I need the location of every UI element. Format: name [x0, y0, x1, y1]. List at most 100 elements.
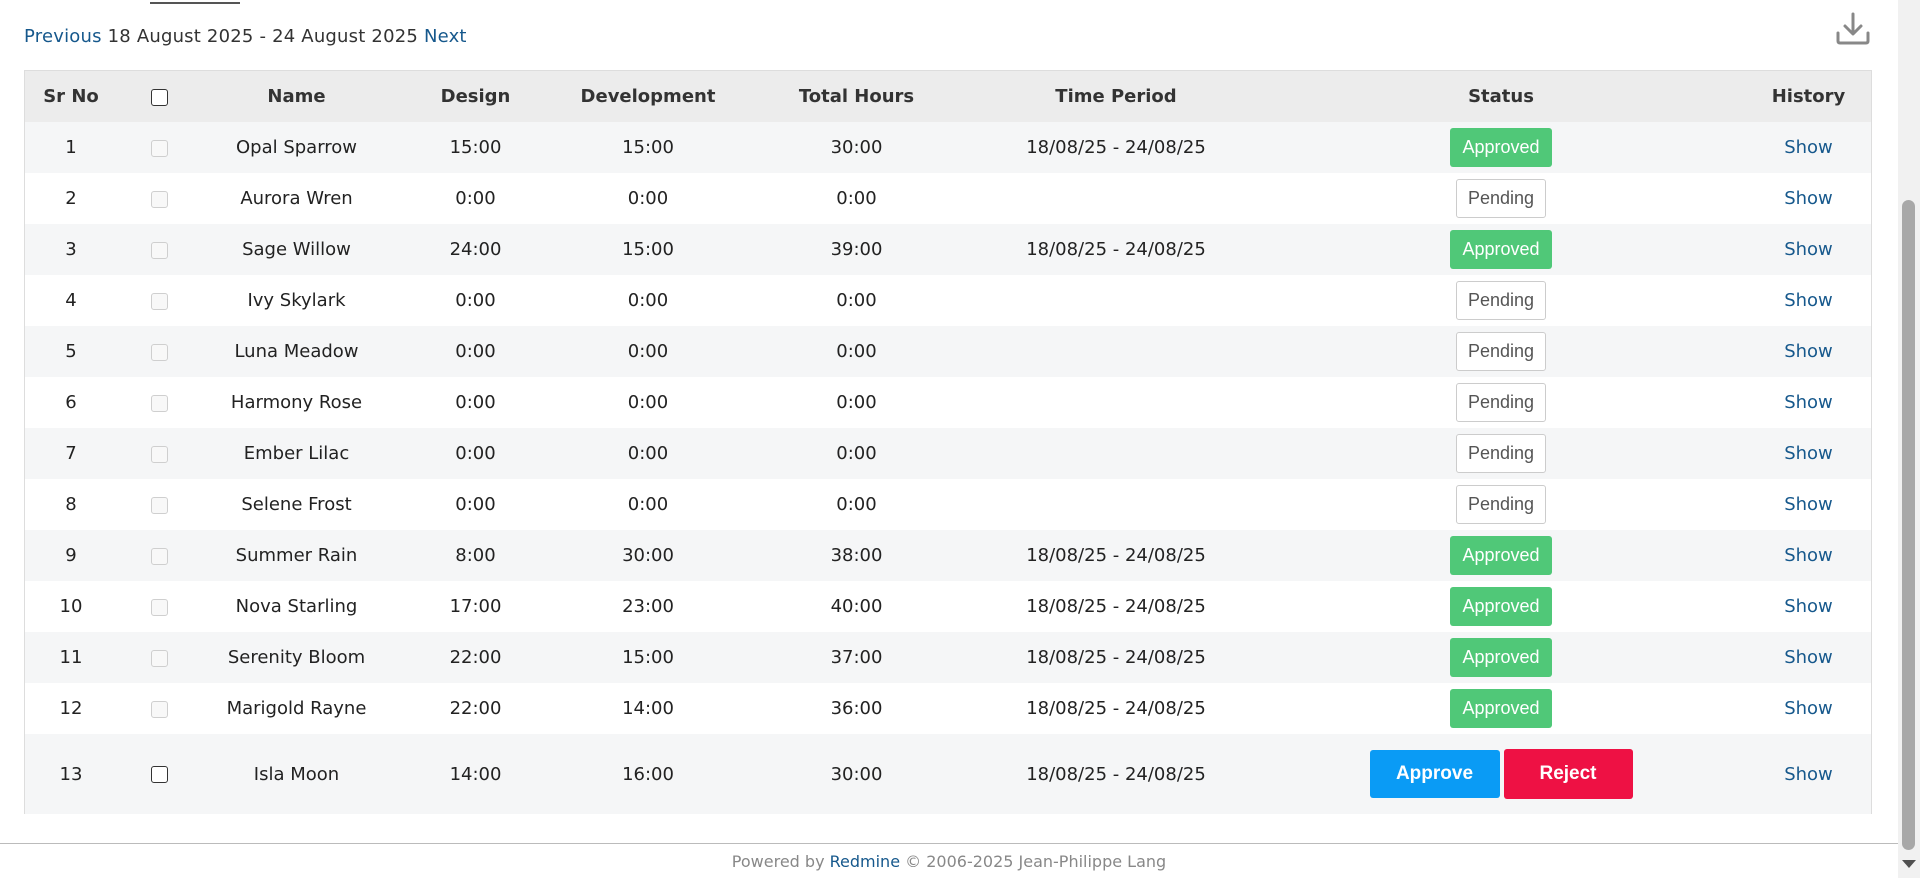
table-row: 4 Ivy Skylark 0:00 0:00 0:00 Pending Show — [25, 275, 1871, 326]
cell-total-hours: 40:00 — [737, 581, 976, 632]
cell-time-period — [976, 326, 1256, 377]
history-show-link[interactable]: Show — [1784, 137, 1833, 158]
status-badge-approved: Approved — [1450, 128, 1552, 167]
row-checkbox-disabled — [150, 496, 168, 514]
cell-total-hours: 38:00 — [737, 530, 976, 581]
history-show-link[interactable]: Show — [1784, 698, 1833, 719]
history-show-link[interactable]: Show — [1784, 188, 1833, 209]
footer: Powered by Redmine © 2006-2025 Jean-Phil… — [0, 852, 1898, 871]
status-badge-approved: Approved — [1450, 638, 1552, 677]
status-badge-approved: Approved — [1450, 536, 1552, 575]
header-name: Name — [201, 71, 392, 122]
cell-development: 0:00 — [559, 326, 737, 377]
cell-name: Ember Lilac — [201, 428, 392, 479]
history-show-link[interactable]: Show — [1784, 341, 1833, 362]
cell-name: Luna Meadow — [201, 326, 392, 377]
cell-sr-no: 4 — [25, 275, 117, 326]
history-show-link[interactable]: Show — [1784, 290, 1833, 311]
table-row: 3 Sage Willow 24:00 15:00 39:00 18/08/25 - 24… — [25, 224, 1871, 275]
cell-total-hours: 0:00 — [737, 377, 976, 428]
cell-total-hours: 30:00 — [737, 122, 976, 173]
cell-design: 17:00 — [392, 581, 559, 632]
cell-history: Show — [1746, 428, 1871, 479]
timesheet-table-container: Sr No Name Design Development Total Hour… — [24, 70, 1872, 814]
cell-sr-no: 5 — [25, 326, 117, 377]
cell-select — [117, 122, 201, 173]
row-checkbox-disabled — [150, 241, 168, 259]
cell-history: Show — [1746, 122, 1871, 173]
history-show-link[interactable]: Show — [1784, 443, 1833, 464]
cell-sr-no: 13 — [25, 734, 117, 814]
history-show-link[interactable]: Show — [1784, 545, 1833, 566]
status-badge-pending: Pending — [1455, 383, 1547, 422]
history-show-link[interactable]: Show — [1784, 647, 1833, 668]
header-design: Design — [392, 71, 559, 122]
timesheet-approval-page: Previous 18 August 2025 - 24 August 2025… — [0, 0, 1920, 878]
cell-status: Approve Reject — [1256, 734, 1746, 814]
footer-powered-by: Powered by — [731, 852, 825, 871]
table-row: 1 Opal Sparrow 15:00 15:00 30:00 18/08/25 - 2… — [25, 122, 1871, 173]
status-badge-pending: Pending — [1455, 332, 1547, 371]
cell-select — [117, 734, 201, 814]
history-show-link[interactable]: Show — [1784, 392, 1833, 413]
status-badge-pending: Pending — [1455, 281, 1547, 320]
cell-development: 15:00 — [559, 632, 737, 683]
history-show-link[interactable]: Show — [1784, 596, 1833, 617]
redmine-link[interactable]: Redmine — [830, 852, 900, 871]
cell-design: 0:00 — [392, 428, 559, 479]
cell-development: 16:00 — [559, 734, 737, 814]
cell-design: 22:00 — [392, 683, 559, 734]
cell-development: 15:00 — [559, 122, 737, 173]
cell-select — [117, 683, 201, 734]
scroll-down-arrow-icon[interactable] — [1902, 860, 1916, 868]
row-checkbox-disabled — [150, 598, 168, 616]
cell-status: Pending — [1256, 275, 1746, 326]
cell-design: 24:00 — [392, 224, 559, 275]
scrollbar-thumb[interactable] — [1902, 200, 1915, 850]
cell-sr-no: 12 — [25, 683, 117, 734]
vertical-scrollbar[interactable] — [1898, 0, 1920, 878]
cell-select — [117, 530, 201, 581]
cell-total-hours: 0:00 — [737, 173, 976, 224]
cell-total-hours: 0:00 — [737, 326, 976, 377]
row-checkbox[interactable] — [150, 766, 168, 783]
cell-select — [117, 173, 201, 224]
history-show-link[interactable]: Show — [1784, 764, 1833, 785]
status-badge-pending: Pending — [1455, 179, 1547, 218]
previous-week-link[interactable]: Previous — [24, 26, 102, 47]
table-row: 9 Summer Rain 8:00 30:00 38:00 18/08/25 - 24/… — [25, 530, 1871, 581]
cell-name: Isla Moon — [201, 734, 392, 814]
download-button[interactable] — [1832, 8, 1874, 50]
cell-status: Approved — [1256, 632, 1746, 683]
history-show-link[interactable]: Show — [1784, 494, 1833, 515]
next-week-link[interactable]: Next — [424, 26, 467, 47]
cell-development: 0:00 — [559, 479, 737, 530]
cell-development: 15:00 — [559, 224, 737, 275]
cell-name: Serenity Bloom — [201, 632, 392, 683]
cell-design: 14:00 — [392, 734, 559, 814]
cell-sr-no: 7 — [25, 428, 117, 479]
footer-divider — [0, 843, 1898, 844]
cell-time-period — [976, 428, 1256, 479]
approve-button[interactable]: Approve — [1369, 750, 1500, 798]
row-checkbox-disabled — [150, 700, 168, 718]
cell-total-hours: 39:00 — [737, 224, 976, 275]
cell-status: Approved — [1256, 224, 1746, 275]
table-row: 11 Serenity Bloom 22:00 15:00 37:00 18/08/25 … — [25, 632, 1871, 683]
cell-select — [117, 275, 201, 326]
cell-history: Show — [1746, 224, 1871, 275]
cell-status: Approved — [1256, 122, 1746, 173]
cell-name: Aurora Wren — [201, 173, 392, 224]
cell-time-period: 18/08/25 - 24/08/25 — [976, 530, 1256, 581]
cell-time-period: 18/08/25 - 24/08/25 — [976, 632, 1256, 683]
row-checkbox-disabled — [150, 190, 168, 208]
select-all-checkbox[interactable] — [150, 88, 168, 106]
cell-history: Show — [1746, 326, 1871, 377]
reject-button[interactable]: Reject — [1503, 749, 1633, 799]
header-select-all — [117, 71, 201, 122]
table-row: 12 Marigold Rayne 22:00 14:00 36:00 18/08/25 … — [25, 683, 1871, 734]
cell-total-hours: 0:00 — [737, 428, 976, 479]
history-show-link[interactable]: Show — [1784, 239, 1833, 260]
cell-total-hours: 30:00 — [737, 734, 976, 814]
cell-status: Pending — [1256, 326, 1746, 377]
